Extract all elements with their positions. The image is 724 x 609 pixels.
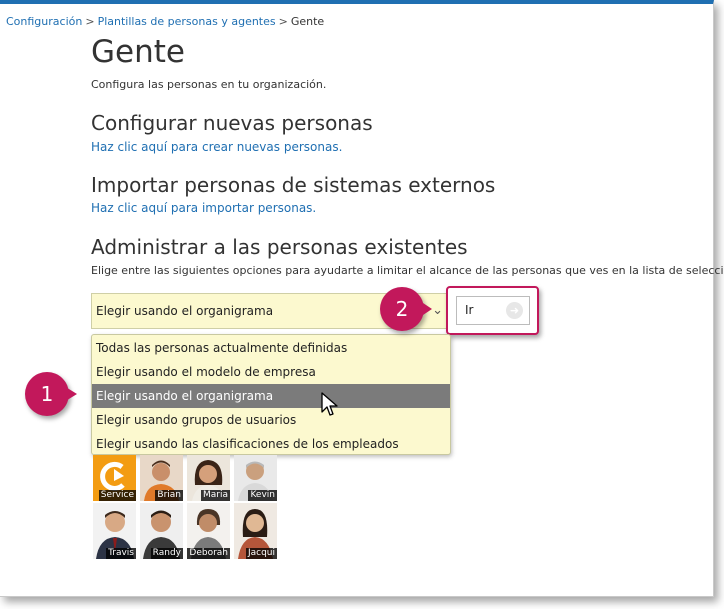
person-name: Kevin — [248, 490, 277, 501]
person-tile[interactable]: Maria — [187, 455, 230, 501]
person-tile[interactable]: Brian — [140, 455, 183, 501]
person-tile[interactable]: Randy — [140, 503, 183, 559]
person-name: Brian — [155, 490, 183, 501]
dropdown-option-business-model[interactable]: Elegir usando el modelo de empresa — [92, 360, 450, 384]
person-tile[interactable]: Jacqui — [234, 503, 277, 559]
import-people-link[interactable]: Haz clic aquí para importar personas. — [91, 201, 316, 215]
page-title: Gente — [91, 34, 185, 70]
person-tile[interactable]: Travis — [93, 503, 136, 559]
breadcrumb-separator: > — [278, 15, 288, 28]
person-tile[interactable]: Service — [93, 455, 136, 501]
go-button-label: Ir — [465, 303, 474, 317]
callout-badge-2: 2 — [380, 287, 424, 331]
callout-badge-1: 1 — [25, 372, 69, 416]
mouse-pointer-icon — [321, 392, 338, 416]
breadcrumb-link-plantillas[interactable]: Plantillas de personas y agentes — [98, 15, 276, 28]
create-people-link[interactable]: Haz clic aquí para crear nuevas personas… — [91, 140, 342, 154]
person-name: Randy — [150, 548, 183, 559]
chevron-down-icon: ⌄ — [432, 303, 443, 318]
callout-pointer-1 — [64, 386, 77, 402]
section-heading-import: Importar personas de sistemas externos — [91, 173, 496, 197]
page-subtitle: Configura las personas en tu organizació… — [91, 78, 327, 91]
breadcrumb-current: Gente — [290, 15, 325, 28]
app-window: Configuración > Plantillas de personas y a… — [0, 0, 724, 597]
breadcrumb: Configuración > Plantillas de personas y a… — [6, 15, 324, 28]
dropdown-option-org-chart[interactable]: Elegir usando el organigrama — [92, 384, 450, 408]
dropdown-option-employee-classifications[interactable]: Elegir usando las clasificaciones de los… — [92, 432, 450, 456]
callout-pointer-2 — [420, 301, 432, 317]
person-name: Deborah — [187, 548, 230, 559]
person-name: Service — [98, 490, 136, 501]
person-name: Jacqui — [245, 548, 277, 559]
person-tile[interactable]: Deborah — [187, 503, 230, 559]
person-name: Travis — [106, 548, 136, 559]
select-value: Elegir usando el organigrama — [96, 304, 274, 318]
manage-description: Elige entre las siguientes opciones para… — [91, 264, 724, 277]
section-heading-manage: Administrar a las personas existentes — [91, 235, 468, 259]
select-dropdown-list: Todas las personas actualmente definidas… — [91, 334, 451, 455]
section-heading-new: Configurar nuevas personas — [91, 111, 373, 135]
person-tile[interactable]: Kevin — [234, 455, 277, 501]
breadcrumb-separator: > — [85, 15, 95, 28]
person-name: Maria — [201, 490, 230, 501]
breadcrumb-link-configuracion[interactable]: Configuración — [6, 15, 82, 28]
go-button-highlight: Ir ➜ — [446, 286, 539, 335]
dropdown-option-all[interactable]: Todas las personas actualmente definidas — [92, 336, 450, 360]
go-button[interactable]: Ir ➜ — [456, 296, 530, 325]
arrow-right-icon: ➜ — [506, 302, 523, 319]
dropdown-option-user-groups[interactable]: Elegir usando grupos de usuarios — [92, 408, 450, 432]
